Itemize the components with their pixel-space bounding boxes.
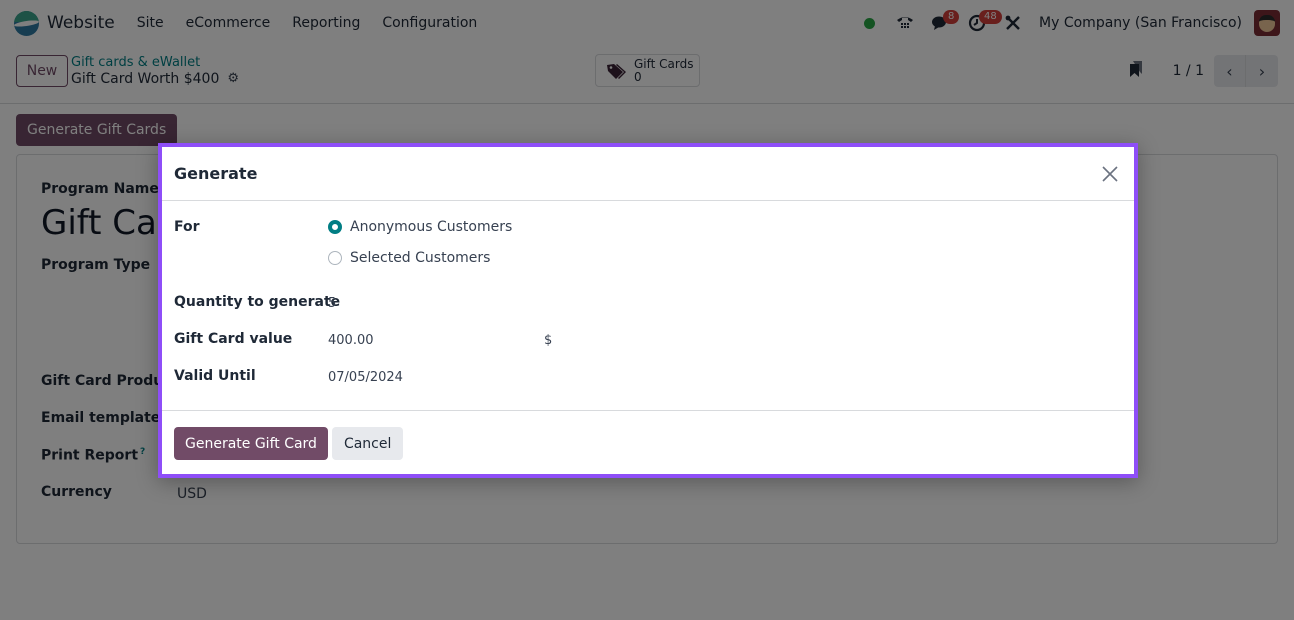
dialog-header: Generate xyxy=(162,147,1134,201)
quantity-input[interactable]: 5 xyxy=(328,296,336,311)
gift-card-value-label: Gift Card value xyxy=(174,331,293,347)
gift-card-value-input[interactable]: 400.00 xyxy=(328,333,374,348)
close-icon[interactable] xyxy=(1098,162,1122,186)
radio-label[interactable]: Anonymous Customers xyxy=(350,219,512,235)
dialog-body: For Anonymous Customers Selected Custome… xyxy=(162,201,1134,411)
cancel-button[interactable]: Cancel xyxy=(331,427,404,460)
radio-label[interactable]: Selected Customers xyxy=(350,250,490,266)
generate-gift-card-button[interactable]: Generate Gift Card xyxy=(174,427,328,460)
valid-until-input[interactable]: 07/05/2024 xyxy=(328,370,403,385)
for-label: For xyxy=(174,219,200,235)
currency-symbol: $ xyxy=(544,333,553,348)
radio-selected-customers[interactable]: Selected Customers xyxy=(328,250,490,266)
dialog-title: Generate xyxy=(174,164,258,183)
valid-until-label: Valid Until xyxy=(174,368,256,384)
generate-dialog: Generate For Anonymous Customers Selecte… xyxy=(158,143,1138,478)
radio-unchecked-icon[interactable] xyxy=(328,251,342,265)
radio-checked-icon[interactable] xyxy=(328,220,342,234)
dialog-footer: Generate Gift Card Cancel xyxy=(162,411,1134,476)
radio-anonymous-customers[interactable]: Anonymous Customers xyxy=(328,219,512,235)
quantity-label: Quantity to generate xyxy=(174,294,341,310)
